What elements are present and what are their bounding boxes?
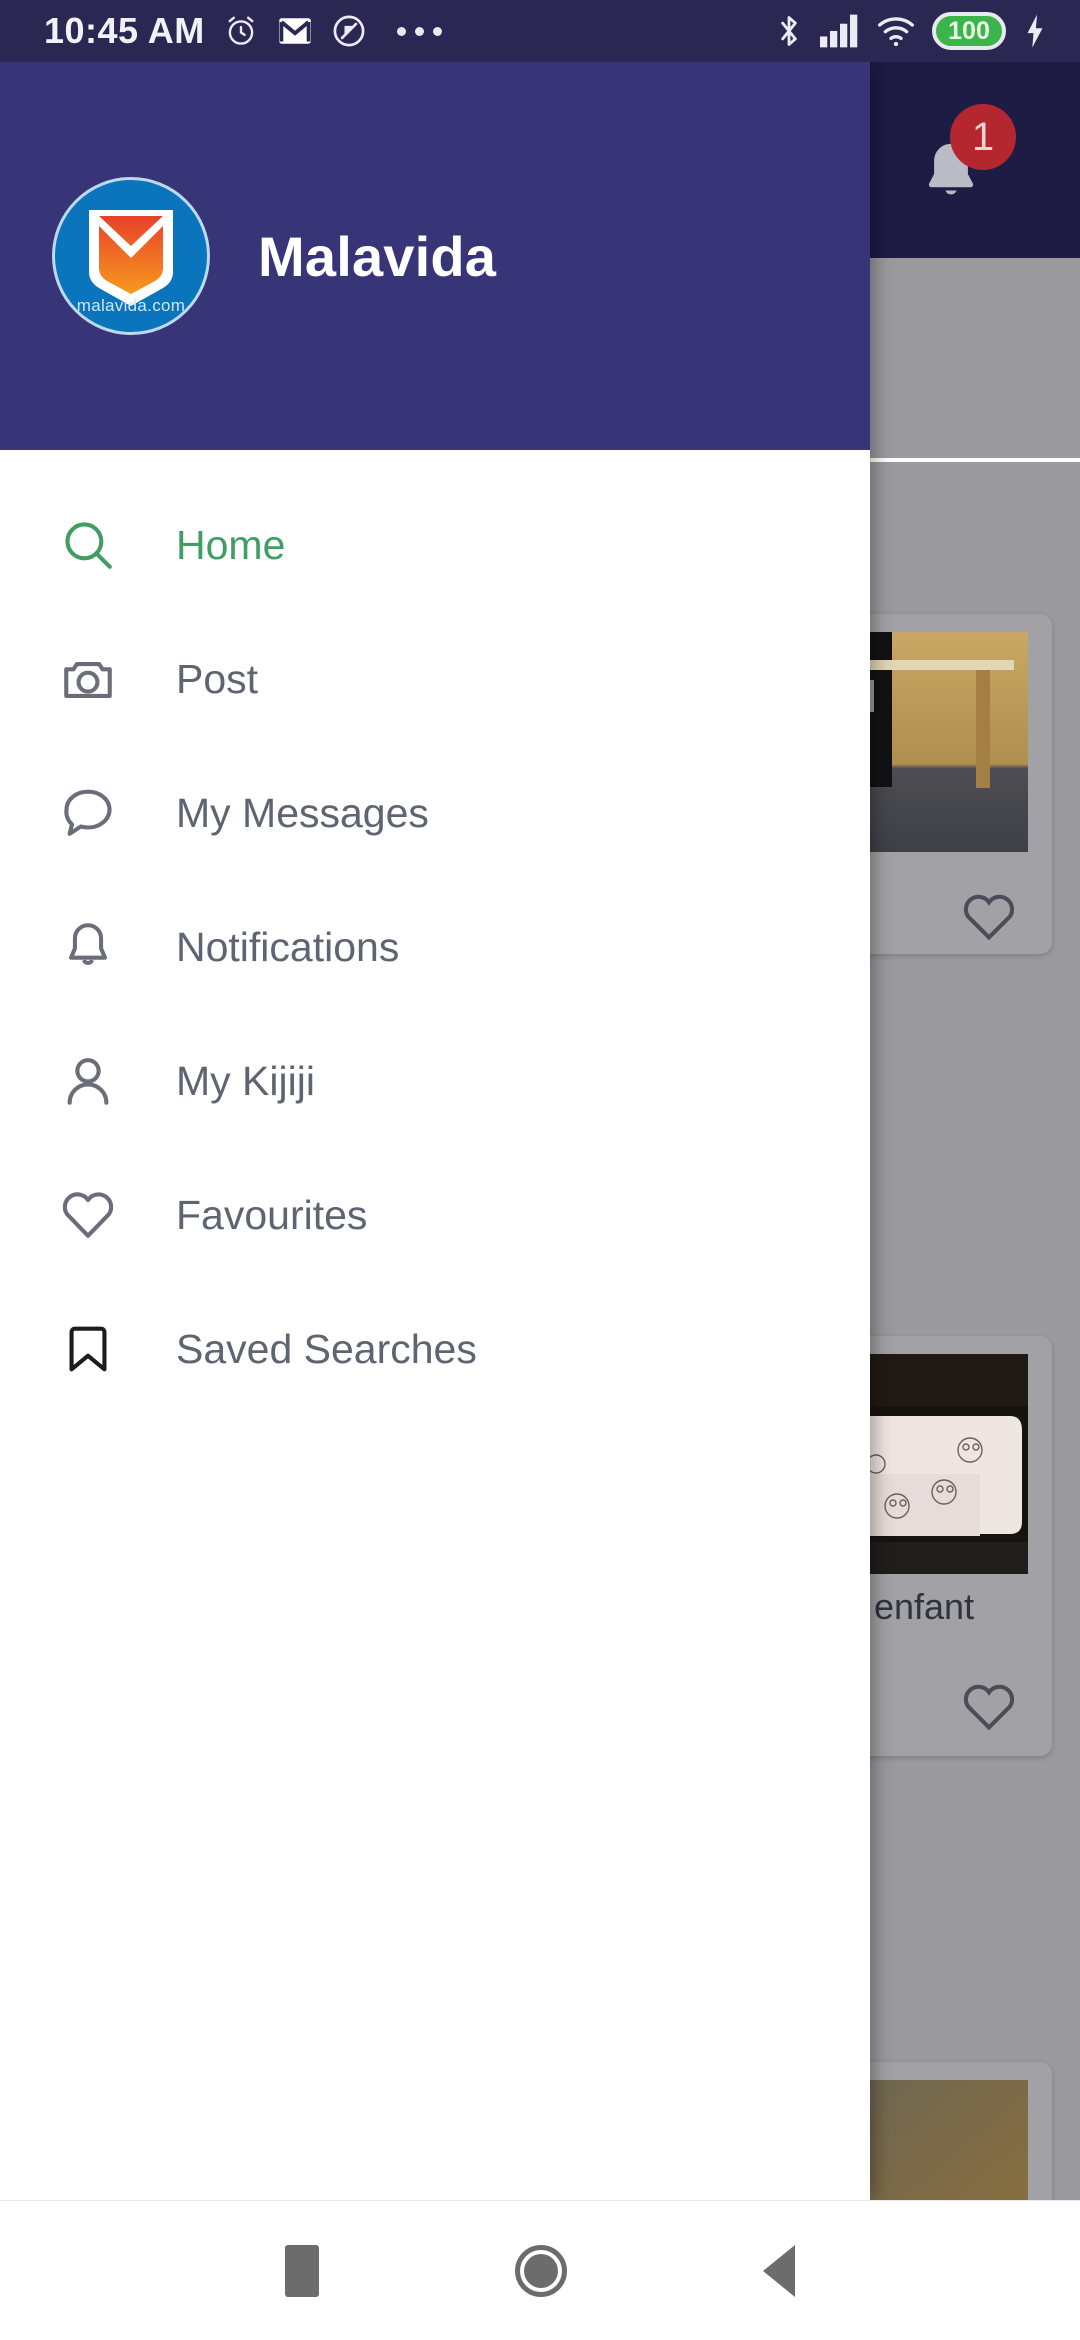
sidebar-item-favourites[interactable]: Favourites <box>0 1148 870 1282</box>
sidebar-item-label: Saved Searches <box>176 1325 477 1372</box>
sidebar-item-label: Notifications <box>176 923 400 970</box>
cellular-signal-icon <box>820 14 858 48</box>
status-bar: 10:45 AM 100 <box>0 0 1080 62</box>
clock: 10:45 AM <box>44 10 205 51</box>
charging-bolt-icon <box>1027 14 1043 48</box>
bookmark-icon <box>40 1320 136 1378</box>
avatar: malavida.com <box>52 177 210 335</box>
back-button[interactable] <box>763 2244 795 2297</box>
drawer-menu: Home Post My Messages Notifications My K… <box>0 450 870 2200</box>
speech-bubble-icon <box>40 784 136 842</box>
overflow-dots-icon <box>396 26 442 36</box>
do-not-disturb-icon <box>333 15 365 47</box>
logo-domain-text: malavida.com <box>76 296 186 315</box>
phone-screen: 1 More Categories Canada <box>0 0 1080 2340</box>
sidebar-item-post[interactable]: Post <box>0 612 870 746</box>
alarm-clock-icon <box>228 16 254 45</box>
sidebar-item-label: Home <box>176 521 286 568</box>
malavida-logo-icon <box>89 210 173 306</box>
sidebar-item-label: My Kijiji <box>176 1057 315 1104</box>
battery-icon: 100 <box>932 12 1006 50</box>
sidebar-item-label: Favourites <box>176 1191 368 1238</box>
navigation-drawer: malavida.com Malavida Home Post My Messa… <box>0 62 870 2200</box>
person-icon <box>40 1052 136 1110</box>
status-bar-left: 10:45 AM <box>0 10 442 52</box>
bell-icon <box>40 918 136 976</box>
sidebar-item-notifications[interactable]: Notifications <box>0 880 870 1014</box>
camera-icon <box>40 650 136 708</box>
search-icon <box>40 516 136 574</box>
sidebar-item-label: My Messages <box>176 789 429 836</box>
recents-button[interactable] <box>285 2244 319 2297</box>
heart-icon <box>40 1186 136 1244</box>
gmail-icon <box>278 18 311 44</box>
sidebar-item-saved-searches[interactable]: Saved Searches <box>0 1282 870 1416</box>
android-nav-bar <box>0 2200 1080 2340</box>
sidebar-item-my-kijiji[interactable]: My Kijiji <box>0 1014 870 1148</box>
app-title: Malavida <box>258 224 497 288</box>
sidebar-item-label: Post <box>176 655 259 702</box>
sidebar-item-my-messages[interactable]: My Messages <box>0 746 870 880</box>
drawer-header: malavida.com Malavida <box>0 62 870 450</box>
sidebar-item-home[interactable]: Home <box>0 478 870 612</box>
status-bar-right: 100 <box>774 12 1080 50</box>
battery-level: 100 <box>948 17 990 45</box>
home-button[interactable] <box>515 2244 567 2297</box>
bluetooth-icon <box>781 16 797 46</box>
wifi-icon <box>878 17 914 47</box>
